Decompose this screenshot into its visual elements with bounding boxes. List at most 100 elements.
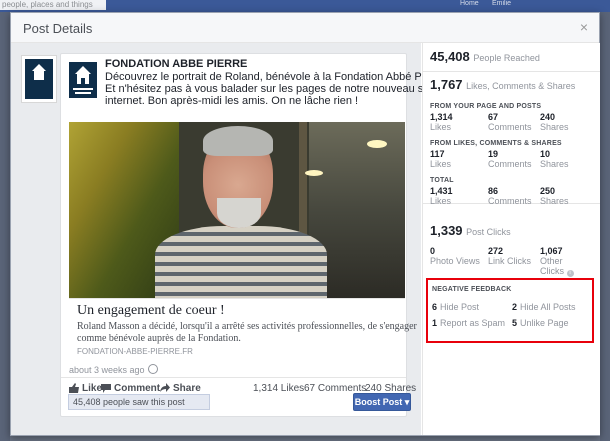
info-icon[interactable]: i <box>566 270 574 277</box>
insights-pane: 45,408 People Reached 1,767 Likes, Comme… <box>422 43 600 435</box>
link-clicks: 272 Link Clicks <box>488 246 531 266</box>
post-photo[interactable] <box>69 122 405 298</box>
post-message-line: Et n'hésitez pas à vous balader sur les … <box>105 83 435 95</box>
from-page-likes: 1,314 Likes <box>430 112 453 132</box>
post-timestamp[interactable]: about 3 weeks ago <box>69 364 158 375</box>
page-logo-icon <box>25 59 53 99</box>
engagement-label: Likes, Comments & Shares <box>466 81 576 91</box>
post-preview-pane: FONDATION ABBE PIERRE Découvrez le portr… <box>11 43 447 435</box>
metric-label: Comments <box>488 122 532 132</box>
metric-label: Unlike Page <box>520 318 569 328</box>
reach-section: 45,408 People Reached <box>423 43 600 72</box>
from-shares-comments: 19 Comments <box>488 149 532 169</box>
close-icon[interactable]: × <box>580 19 588 35</box>
link-domain: FONDATION-ABBE-PIERRE.FR <box>77 347 193 356</box>
metric-label: Link Clicks <box>488 256 532 266</box>
background-feed-left <box>0 12 10 441</box>
total-header: TOTAL <box>430 177 454 184</box>
link-description: Roland Masson a décidé, lorsqu'il a arrê… <box>77 321 417 345</box>
metric-label: Hide Post <box>440 302 480 312</box>
link-preview[interactable]: Un engagement de coeur ! Roland Masson a… <box>69 298 417 356</box>
other-clicks-label2: Clicks i <box>540 266 574 277</box>
from-shares-shares: 10 Shares <box>540 149 569 169</box>
from-shares-header: FROM LIKES, COMMENTS & SHARES <box>430 140 562 147</box>
metric-label: Photo Views <box>430 256 480 266</box>
photo-lamp <box>305 170 323 176</box>
people-reached[interactable]: 45,408 People Reached <box>430 49 540 64</box>
photo-hair <box>203 126 273 156</box>
page-thumbnail <box>21 55 57 103</box>
people-reached-label: People Reached <box>473 53 540 63</box>
metric-value: 1,314 <box>430 112 453 122</box>
metric-label: Comments <box>488 159 532 169</box>
post-card: FONDATION ABBE PIERRE Découvrez le portr… <box>60 53 447 417</box>
metric-label: Other <box>540 256 563 266</box>
post-message: Découvrez le portrait de Roland, bénévol… <box>105 71 447 107</box>
metric-value: 86 <box>488 186 499 196</box>
boost-post-button[interactable]: Boost Post ▾ <box>353 393 411 411</box>
metric-value: 19 <box>488 149 499 159</box>
globe-icon <box>147 364 158 374</box>
metric-label: Likes <box>430 159 452 169</box>
metric-value: 5 <box>512 318 518 328</box>
hide-all-posts-count: 2 Hide All Posts <box>512 302 576 312</box>
metric-label: Report as Spam <box>440 318 506 328</box>
page-avatar[interactable] <box>69 62 97 98</box>
from-page-header: FROM YOUR PAGE AND POSTS <box>430 103 542 110</box>
link-title[interactable]: Un engagement de coeur ! <box>77 303 225 319</box>
photo-views: 0 Photo Views <box>430 246 480 266</box>
other-clicks: 1,067 Other Clicks i <box>540 246 574 277</box>
clicks-section: 1,339 Post Clicks 0 Photo Views 272 Link C… <box>423 203 600 277</box>
engagement-section: 1,767 Likes, Comments & Shares FROM YOUR… <box>423 71 600 206</box>
metric-label: Shares <box>540 122 569 132</box>
dialog-title: Post Details <box>23 21 93 36</box>
link-description-line: comme bénévole auprès de la Fondation. <box>77 333 241 344</box>
metric-value: 10 <box>540 149 551 159</box>
nav-home-link[interactable]: Home <box>460 0 479 8</box>
people-reached-value: 45,408 <box>430 49 470 64</box>
metric-value: 1 <box>432 318 438 328</box>
nav-user-link[interactable]: Emilie <box>492 0 511 8</box>
photo-striped-shirt <box>155 226 327 298</box>
post-details-dialog: Post Details × FONDATION ABBE PIERRE Déc… <box>10 12 600 436</box>
from-shares-likes: 117 Likes <box>430 149 451 169</box>
post-clicks-value: 1,339 <box>430 223 463 238</box>
hide-post-count: 6 Hide Post <box>432 302 479 312</box>
metric-value: 6 <box>432 302 438 312</box>
metric-label: Hide All Posts <box>520 302 576 312</box>
timestamp-text: about 3 weeks ago <box>69 365 145 375</box>
negative-feedback-section: NEGATIVE FEEDBACK 6 Hide Post 2 Hide All P… <box>426 278 594 343</box>
search-input[interactable]: people, places and things <box>0 0 106 10</box>
background-feed-right <box>600 12 610 441</box>
metric-value: 272 <box>488 246 504 256</box>
post-header: FONDATION ABBE PIERRE Découvrez le portr… <box>97 54 447 120</box>
metric-value: 0 <box>430 246 436 256</box>
post-message-line: Découvrez le portrait de Roland, bénévol… <box>105 71 447 83</box>
engagement-value: 1,767 <box>430 77 463 92</box>
metric-value: 1,067 <box>540 246 563 256</box>
from-page-comments: 67 Comments <box>488 112 532 132</box>
photo-beard <box>217 198 261 228</box>
page-name-link[interactable]: FONDATION ABBE PIERRE <box>105 58 247 70</box>
post-clicks[interactable]: 1,339 Post Clicks <box>430 223 511 238</box>
unlike-page-count: 5 Unlike Page <box>512 318 569 328</box>
metric-value: 1,431 <box>430 186 453 196</box>
post-message-line: internet. Bon après-midi les amis. On ne… <box>105 95 359 107</box>
dialog-header: Post Details × <box>11 13 599 43</box>
metric-value: 240 <box>540 112 556 122</box>
metric-value: 2 <box>512 302 518 312</box>
metric-value: 67 <box>488 112 499 122</box>
from-page-shares: 240 Shares <box>540 112 569 132</box>
metric-label: Clicks <box>540 266 564 276</box>
report-spam-count: 1 Report as Spam <box>432 318 505 328</box>
metric-label: Likes <box>430 122 452 132</box>
metric-label: Shares <box>540 159 569 169</box>
fondation-logo-icon <box>73 66 93 94</box>
photo-lamp <box>367 140 387 148</box>
negative-feedback-header: NEGATIVE FEEDBACK <box>432 286 512 293</box>
engagement-total: 1,767 Likes, Comments & Shares <box>430 77 575 92</box>
post-clicks-label: Post Clicks <box>466 227 511 237</box>
metric-value: 117 <box>430 149 445 159</box>
people-saw-post: 45,408 people saw this post <box>68 394 210 410</box>
post-reach-bar: 45,408 people saw this post Boost Post ▾ <box>11 389 421 415</box>
